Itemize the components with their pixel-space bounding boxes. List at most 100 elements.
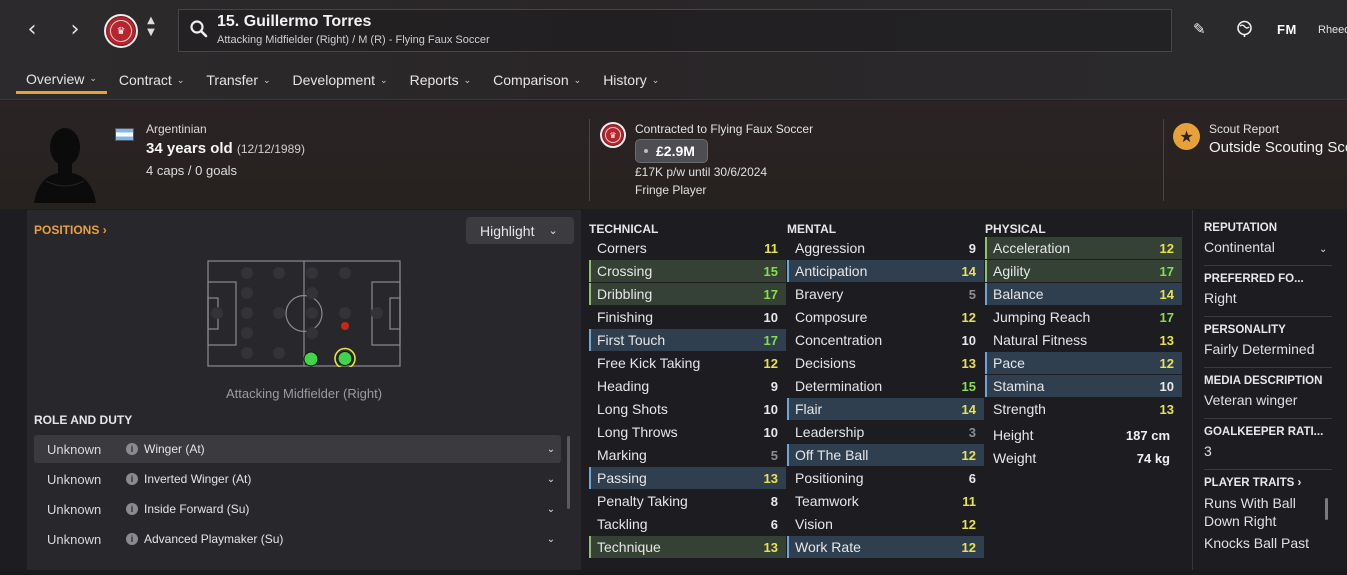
traits-scrollbar[interactable] bbox=[1325, 498, 1328, 520]
role-row[interactable]: Unknown i Winger (At) ⌄ bbox=[34, 435, 561, 463]
attribute-row-teamwork[interactable]: Teamwork 11 bbox=[787, 490, 984, 512]
attribute-row-passing[interactable]: Passing 13 bbox=[589, 467, 786, 489]
attribute-row-dribbling[interactable]: Dribbling 17 bbox=[589, 283, 786, 305]
role-scrollbar[interactable] bbox=[567, 436, 570, 509]
attribute-row-anticipation[interactable]: Anticipation 14 bbox=[787, 260, 984, 282]
tab-transfer[interactable]: Transfer ⌄ bbox=[196, 66, 280, 94]
tab-history[interactable]: History ⌄ bbox=[593, 66, 669, 94]
attribute-row-natural-fitness[interactable]: Natural Fitness 13 bbox=[985, 329, 1182, 351]
attribute-value: 12 bbox=[961, 539, 976, 555]
attribute-row-composure[interactable]: Composure 12 bbox=[787, 306, 984, 328]
player-cycle-icon[interactable]: ▲ ▼ bbox=[144, 15, 158, 39]
attribute-row-long-shots[interactable]: Long Shots 10 bbox=[589, 398, 786, 420]
attribute-row-vision[interactable]: Vision 12 bbox=[787, 513, 984, 535]
attribute-row-free-kick-taking[interactable]: Free Kick Taking 12 bbox=[589, 352, 786, 374]
edit-pencil-icon[interactable]: ✎ bbox=[1193, 20, 1206, 38]
attribute-row-strength[interactable]: Strength 13 bbox=[985, 398, 1182, 420]
physical-heading: PHYSICAL bbox=[985, 222, 1046, 236]
scout-report-label: Scout Report bbox=[1209, 122, 1280, 136]
nationality[interactable]: Argentinian bbox=[146, 122, 207, 136]
attribute-row-balance[interactable]: Balance 14 bbox=[985, 283, 1182, 305]
attribute-row-penalty-taking[interactable]: Penalty Taking 8 bbox=[589, 490, 786, 512]
tab-comparison[interactable]: Comparison ⌄ bbox=[483, 66, 591, 94]
search-icon[interactable] bbox=[189, 19, 209, 39]
attribute-row-off-the-ball[interactable]: Off The Ball 12 bbox=[787, 444, 984, 466]
technical-heading: TECHNICAL bbox=[589, 222, 659, 236]
attribute-row-work-rate[interactable]: Work Rate 12 bbox=[787, 536, 984, 558]
attribute-row-agility[interactable]: Agility 17 bbox=[985, 260, 1182, 282]
highlight-dropdown[interactable]: Highlight ⌄ bbox=[466, 217, 574, 244]
attribute-row-flair[interactable]: Flair 14 bbox=[787, 398, 984, 420]
attribute-value: 17 bbox=[1159, 263, 1174, 279]
attribute-row-bravery[interactable]: Bravery 5 bbox=[787, 283, 984, 305]
attribute-name: Positioning bbox=[795, 470, 864, 486]
attribute-row-aggression[interactable]: Aggression 9 bbox=[787, 237, 984, 259]
weight-label: Weight bbox=[993, 450, 1037, 466]
chevron-down-icon[interactable]: ⌄ bbox=[541, 474, 561, 485]
contract-club[interactable]: Contracted to Flying Faux Soccer bbox=[635, 122, 813, 136]
positions-heading[interactable]: POSITIONS › bbox=[34, 223, 107, 237]
attribute-row-first-touch[interactable]: First Touch 17 bbox=[589, 329, 786, 351]
role-row[interactable]: Unknown i Advanced Playmaker (Su) ⌄ bbox=[34, 525, 561, 553]
info-icon[interactable]: i bbox=[126, 443, 138, 455]
attribute-row-determination[interactable]: Determination 15 bbox=[787, 375, 984, 397]
scout-report-value[interactable]: Outside Scouting Scope bbox=[1209, 139, 1347, 156]
player-search-box[interactable]: 15. Guillermo Torres Attacking Midfielde… bbox=[178, 9, 1172, 52]
attribute-name: Teamwork bbox=[795, 493, 859, 509]
attribute-row-stamina[interactable]: Stamina 10 bbox=[985, 375, 1182, 397]
attribute-row-decisions[interactable]: Decisions 13 bbox=[787, 352, 984, 374]
attribute-row-concentration[interactable]: Concentration 10 bbox=[787, 329, 984, 351]
weight-row: Weight 74 kg bbox=[985, 447, 1182, 469]
info-icon[interactable]: i bbox=[126, 503, 138, 515]
attribute-name: Heading bbox=[597, 378, 650, 394]
chevron-down-icon: ⌄ bbox=[548, 225, 558, 237]
attribute-name: Anticipation bbox=[795, 263, 868, 279]
attribute-row-technique[interactable]: Technique 13 bbox=[589, 536, 786, 558]
attribute-value: 14 bbox=[961, 401, 976, 417]
attribute-row-tackling[interactable]: Tackling 6 bbox=[589, 513, 786, 535]
attribute-row-finishing[interactable]: Finishing 10 bbox=[589, 306, 786, 328]
user-name[interactable]: Rheede bbox=[1318, 24, 1347, 36]
attribute-row-positioning[interactable]: Positioning 6 bbox=[787, 467, 984, 489]
attribute-value: 17 bbox=[763, 332, 778, 348]
info-icon[interactable]: i bbox=[126, 533, 138, 545]
tab-label: Transfer bbox=[206, 72, 258, 88]
preferred-foot-label: PREFERRED FO... bbox=[1204, 273, 1304, 285]
chevron-down-icon[interactable]: ⌄ bbox=[541, 504, 561, 515]
role-ability: Unknown bbox=[47, 531, 102, 547]
attribute-name: Technique bbox=[597, 539, 661, 555]
tab-reports[interactable]: Reports ⌄ bbox=[400, 66, 482, 94]
club-badge-icon[interactable]: ♛ bbox=[600, 122, 626, 148]
tab-overview[interactable]: Overview ⌄ bbox=[16, 66, 107, 94]
role-row[interactable]: Unknown i Inside Forward (Su) ⌄ bbox=[34, 495, 561, 523]
attribute-row-heading[interactable]: Heading 9 bbox=[589, 375, 786, 397]
chevron-down-icon[interactable]: ⌄ bbox=[541, 534, 561, 545]
fm-logo[interactable]: FM bbox=[1277, 22, 1297, 37]
back-arrow-icon[interactable]: ‹ bbox=[20, 18, 44, 42]
attribute-row-jumping-reach[interactable]: Jumping Reach 17 bbox=[985, 306, 1182, 328]
player-traits-heading[interactable]: PLAYER TRAITS › bbox=[1204, 477, 1332, 489]
tab-contract[interactable]: Contract ⌄ bbox=[109, 66, 194, 94]
attribute-row-corners[interactable]: Corners 11 bbox=[589, 237, 786, 259]
attribute-value: 11 bbox=[962, 493, 976, 509]
tab-development[interactable]: Development ⌄ bbox=[283, 66, 398, 94]
globe-icon[interactable] bbox=[1236, 20, 1253, 37]
attribute-name: Crossing bbox=[597, 263, 653, 279]
club-badge-icon[interactable]: ♛ bbox=[104, 14, 138, 48]
attribute-name: Dribbling bbox=[597, 286, 653, 302]
attribute-row-crossing[interactable]: Crossing 15 bbox=[589, 260, 786, 282]
attribute-row-acceleration[interactable]: Acceleration 12 bbox=[985, 237, 1182, 259]
role-row[interactable]: Unknown i Inverted Winger (At) ⌄ bbox=[34, 465, 561, 493]
reputation-block[interactable]: REPUTATION Continental ⌄ bbox=[1204, 222, 1332, 266]
attribute-row-marking[interactable]: Marking 5 bbox=[589, 444, 786, 466]
attribute-row-pace[interactable]: Pace 12 bbox=[985, 352, 1182, 374]
age-text: 34 years old bbox=[146, 140, 233, 157]
forward-arrow-icon[interactable]: › bbox=[63, 18, 87, 42]
attribute-row-leadership[interactable]: Leadership 3 bbox=[787, 421, 984, 443]
chevron-down-icon[interactable]: ⌄ bbox=[541, 444, 561, 455]
chevron-down-icon[interactable]: ⌄ bbox=[1319, 244, 1327, 255]
attribute-value: 9 bbox=[968, 240, 976, 256]
info-icon[interactable]: i bbox=[126, 473, 138, 485]
transfer-value-badge[interactable]: £2.9M bbox=[635, 139, 708, 163]
attribute-row-long-throws[interactable]: Long Throws 10 bbox=[589, 421, 786, 443]
